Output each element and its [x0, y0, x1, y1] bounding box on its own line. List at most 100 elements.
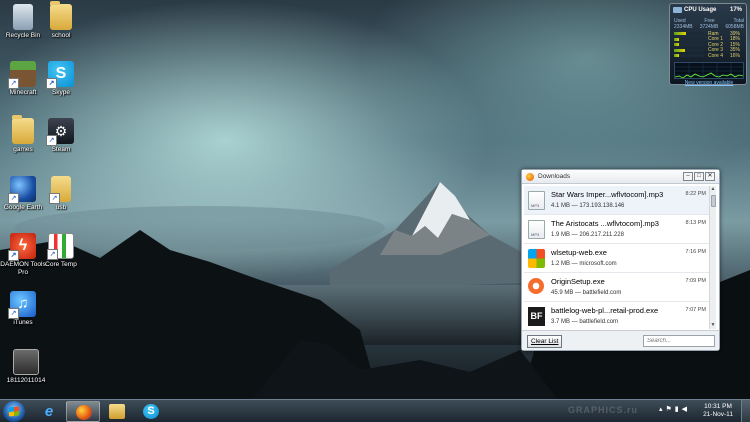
scroll-thumb[interactable] [711, 195, 716, 207]
show-hidden-icons-icon[interactable]: ▴ [659, 405, 663, 413]
download-item[interactable]: The Aristocats ...wflvtocom].mp3 1.9 MB … [524, 215, 710, 244]
windows-live-icon [528, 249, 545, 268]
skype-icon: S [143, 404, 159, 419]
taskbar-clock[interactable]: 10:31 PM 21-Nov-11 [700, 403, 736, 419]
google-earth-icon [8, 176, 36, 204]
download-time: 7:07 PM [685, 307, 706, 313]
usage-bar [674, 54, 704, 57]
image-file-icon [13, 349, 39, 375]
download-meta: 45.9 MB — battlefield.com [551, 290, 622, 296]
downloads-scrollbar[interactable]: ▲ ▼ [709, 186, 716, 329]
minecraft-icon [8, 61, 36, 89]
usage-name: Core 4 [708, 52, 724, 59]
downloads-list[interactable]: Star Wars Imper...wflvtocom].mp3 4.1 MB … [524, 186, 710, 329]
usage-bar [674, 43, 704, 46]
firefox-icon [76, 405, 92, 420]
cpu-percent: 17% [729, 7, 742, 13]
download-item[interactable]: wlsetup-web.exe 1.2 MB — microsoft.com 7… [524, 244, 710, 273]
maximize-button[interactable]: □ [694, 172, 704, 181]
taskbar-firefox[interactable] [66, 401, 100, 422]
taskbar: e S GRAPHICS.ru ▴ ⚑ ▮ ◀ 10:31 PM 21-Nov-… [0, 399, 750, 422]
downloads-search-input[interactable] [643, 335, 715, 347]
download-meta: 1.2 MB — microsoft.com [551, 261, 617, 267]
origin-icon [528, 278, 544, 294]
desktop-icon-core-temp[interactable]: Core Temp [38, 233, 84, 269]
new-version-link[interactable]: New version available [674, 80, 744, 86]
download-meta: 1.9 MB — 206.217.211.228 [551, 232, 624, 238]
memory-values: 2334MB 3724MB 6058MB [674, 24, 744, 30]
clock-time: 10:31 PM [704, 403, 732, 410]
folder-icon [12, 115, 34, 144]
download-filename: The Aristocats ...wflvtocom].mp3 [551, 219, 659, 228]
desktop-icon-label: Core Temp [45, 261, 77, 268]
desktop-icon-image-file[interactable]: 18112011014 [3, 349, 49, 385]
show-desktop-button[interactable] [741, 400, 750, 422]
desktop-icon-usb[interactable]: usb [38, 176, 84, 212]
scroll-up-icon[interactable]: ▲ [710, 186, 716, 193]
taskbar-windows-explorer[interactable] [100, 401, 134, 422]
recycle-bin-icon [13, 4, 33, 30]
usage-bar [674, 37, 704, 41]
steam-icon: ⚙ [46, 118, 74, 146]
mp3-file-icon [528, 220, 545, 239]
usage-row: Core 4 16% [674, 52, 744, 59]
usage-value: 16% [729, 52, 740, 59]
download-item[interactable]: OriginSetup.exe 45.9 MB — battlefield.co… [524, 273, 710, 302]
desktop-icon-label: Steam [51, 146, 71, 153]
download-filename: wlsetup-web.exe [551, 248, 607, 257]
cpu-usage-gadget[interactable]: CPU Usage 17% Used Free Total 2334MB 372… [669, 3, 747, 86]
mp3-file-icon [528, 191, 545, 210]
system-tray: ▴ ⚑ ▮ ◀ [659, 405, 687, 413]
battlefield-icon: BF [528, 307, 545, 326]
download-filename: OriginSetup.exe [551, 277, 605, 286]
window-controls: – □ ✕ [682, 172, 715, 181]
folder-icon [50, 1, 72, 30]
daemon-tools-icon: ϟ [8, 233, 36, 261]
mem-free-value: 3724MB [699, 24, 719, 30]
usage-bar [674, 48, 704, 52]
network-icon[interactable]: ▮ [675, 405, 679, 413]
flag-icon[interactable]: ⚑ [666, 405, 672, 413]
core-temp-icon [47, 233, 74, 260]
taskbar-internet-explorer[interactable]: e [32, 401, 66, 422]
desktop-icon-label: Skype [51, 89, 71, 96]
downloads-footer: Clear List [522, 330, 719, 350]
firefox-icon [526, 172, 534, 181]
close-button[interactable]: ✕ [705, 172, 715, 181]
itunes-icon: ♫ [8, 291, 36, 319]
volume-icon[interactable]: ◀ [682, 405, 687, 413]
downloads-window[interactable]: Downloads – □ ✕ Star Wars Imper...wflvto… [521, 169, 720, 351]
desktop-icon-label: iTunes [13, 319, 33, 326]
usage-rows: Ram 39% Core 1 18% Core 2 15% Core 3 35% Cor… [674, 31, 744, 59]
start-button[interactable] [3, 401, 25, 422]
download-time: 7:16 PM [685, 249, 706, 255]
windows-explorer-icon [109, 404, 125, 419]
mem-total-value: 6058MB [725, 24, 744, 30]
download-time: 8:13 PM [685, 220, 706, 226]
desktop-icon-school[interactable]: school [38, 1, 84, 40]
mem-used-value: 2334MB [674, 24, 693, 30]
taskbar-skype[interactable]: S [134, 401, 168, 422]
desktop-icon-skype[interactable]: S Skype [38, 61, 84, 97]
gadget-title: CPU Usage [684, 7, 717, 13]
clear-list-button[interactable]: Clear List [527, 335, 563, 348]
downloads-titlebar[interactable]: Downloads – □ ✕ [522, 170, 719, 184]
scroll-down-icon[interactable]: ▼ [710, 322, 716, 329]
desktop-icon-steam[interactable]: ⚙ Steam [38, 118, 84, 154]
cpu-chip-icon [673, 7, 682, 13]
download-time: 8:22 PM [685, 191, 706, 197]
desktop-icon-label: 18112011014 [6, 377, 46, 384]
download-meta: 4.1 MB — 173.193.138.146 [551, 203, 625, 209]
folder-icon [49, 176, 71, 204]
cpu-history-graph [674, 62, 744, 79]
download-filename: battlelog-web-pl...retail-prod.exe [551, 306, 659, 315]
desktop-icon-itunes[interactable]: ♫ iTunes [0, 291, 46, 327]
skype-icon: S [46, 61, 74, 89]
desktop-icon-label: usb [55, 204, 67, 211]
download-time: 7:09 PM [685, 278, 706, 284]
minimize-button[interactable]: – [683, 172, 693, 181]
clock-date: 21-Nov-11 [703, 411, 733, 418]
usage-bar [674, 32, 704, 35]
download-item[interactable]: BF battlelog-web-pl...retail-prod.exe 3.… [524, 302, 710, 329]
download-item[interactable]: Star Wars Imper...wflvtocom].mp3 4.1 MB … [524, 186, 710, 215]
